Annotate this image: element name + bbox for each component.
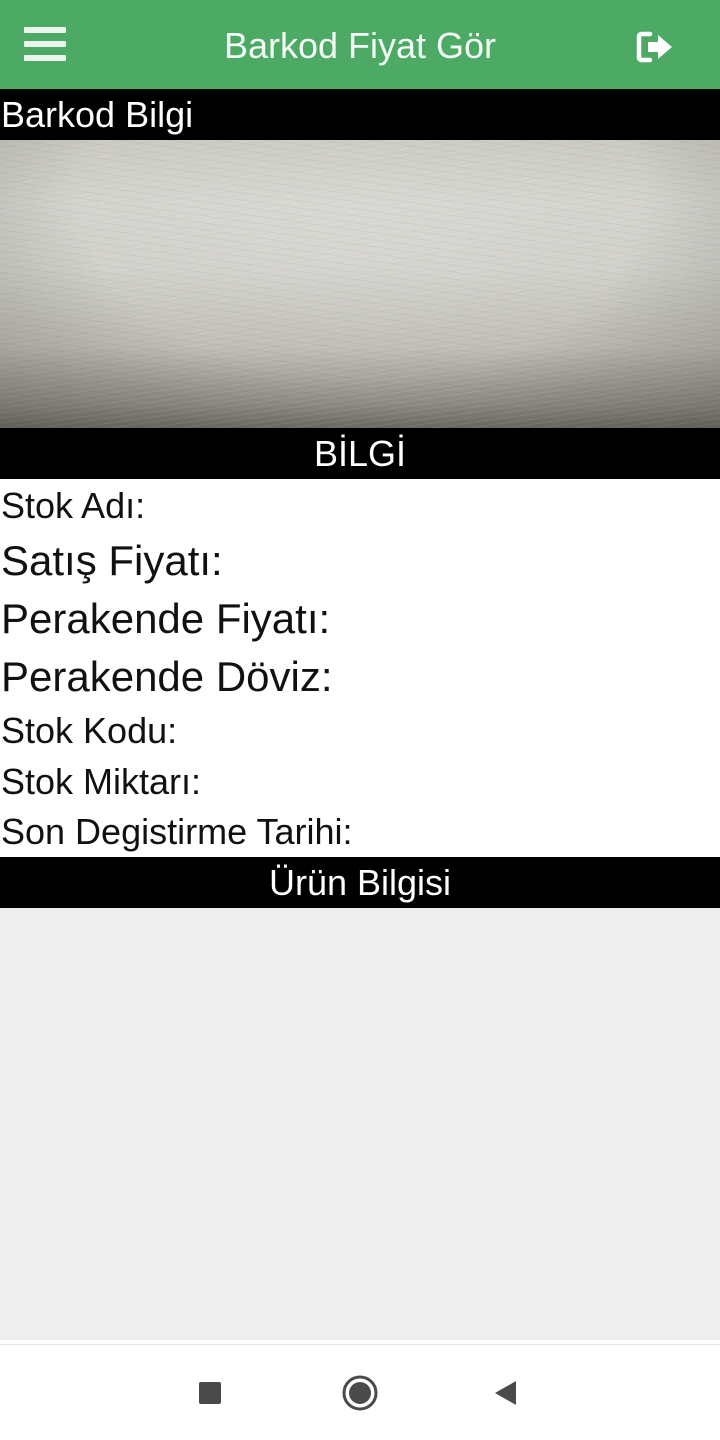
barcode-camera-preview[interactable] (0, 140, 720, 428)
page-title: Barkod Fiyat Gör (223, 25, 497, 66)
product-section-header: Ürün Bilgisi (0, 857, 720, 908)
stock-name-label: Stok Adı: (1, 485, 146, 526)
retail-price-label: Perakende Fiyatı: (1, 595, 331, 642)
hamburger-menu-icon[interactable] (22, 24, 68, 66)
back-icon[interactable] (480, 1367, 532, 1419)
app-bar: Barkod Fiyat Gör (0, 0, 720, 89)
retail-currency-label: Perakende Döviz: (1, 653, 333, 700)
navigation-bar (0, 1344, 720, 1440)
product-info-area (0, 908, 720, 1340)
info-section-header: BİLGİ (0, 428, 720, 479)
last-modified-label: Son Degistirme Tarihi: (1, 811, 353, 852)
stock-quantity-label: Stok Miktarı: (1, 761, 202, 802)
stock-code-label: Stok Kodu: (1, 710, 178, 751)
barcode-section-header: Barkod Bilgi (0, 89, 720, 140)
sale-price-label: Satış Fiyatı: (1, 537, 223, 584)
logout-icon[interactable] (634, 28, 678, 66)
recent-apps-icon[interactable] (184, 1367, 236, 1419)
home-icon[interactable] (334, 1367, 386, 1419)
